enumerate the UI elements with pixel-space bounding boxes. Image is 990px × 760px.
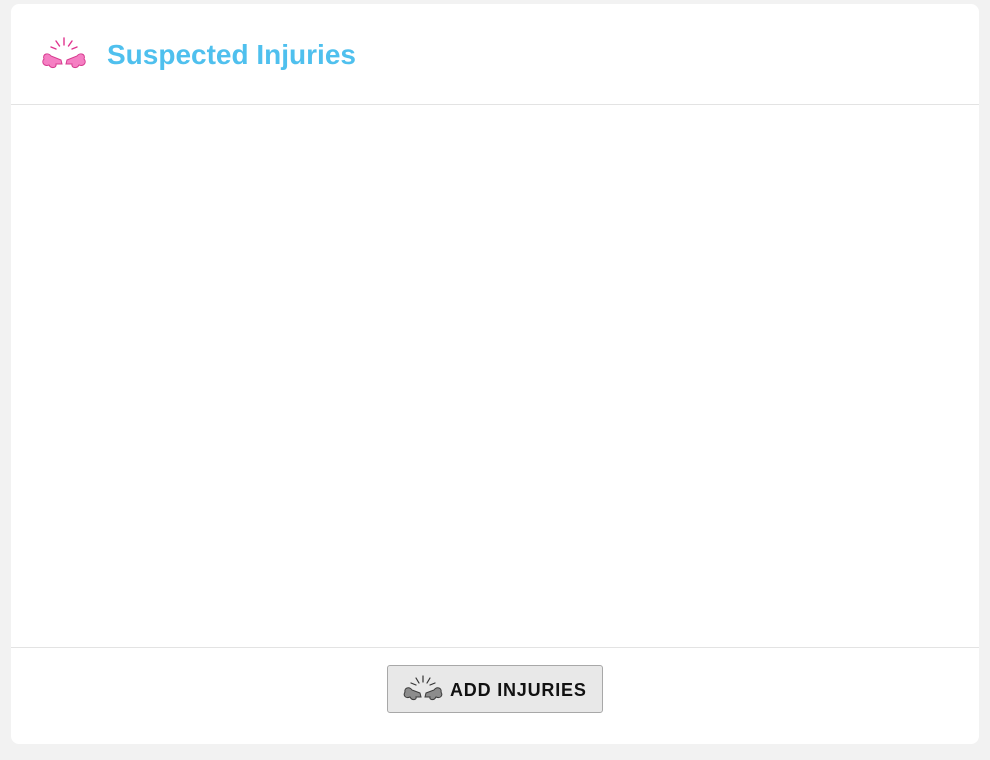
- add-injuries-button[interactable]: ADD INJURIES: [387, 665, 603, 713]
- injuries-list-area: [11, 105, 979, 647]
- bone-fracture-icon: [41, 36, 87, 76]
- add-injuries-label: ADD INJURIES: [450, 680, 587, 700]
- suspected-injuries-panel: Suspected Injuries ADD INJURIES: [11, 4, 979, 744]
- panel-title: Suspected Injuries: [107, 39, 356, 70]
- panel-header: Suspected Injuries: [11, 4, 979, 105]
- panel-footer: ADD INJURIES: [11, 647, 979, 744]
- bone-fracture-icon: [403, 675, 443, 705]
